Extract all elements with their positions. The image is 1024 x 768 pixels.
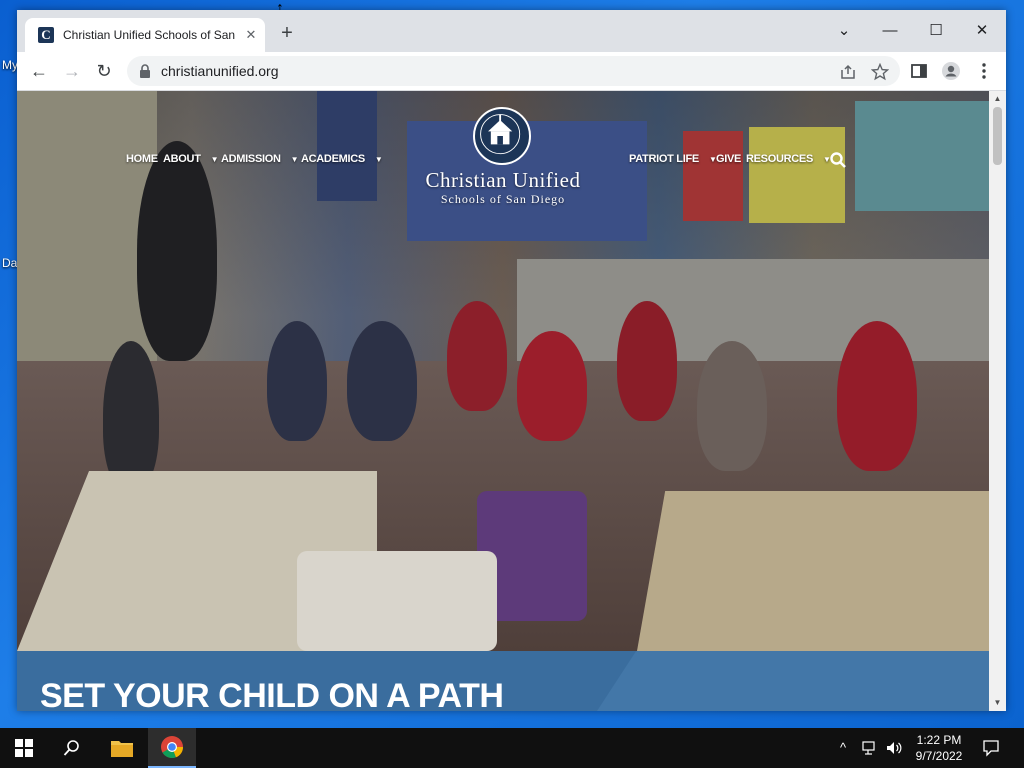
logo-subtitle: Schools of San Diego [440, 192, 566, 206]
scroll-up-icon[interactable]: ▲ [992, 94, 1003, 103]
share-icon[interactable] [839, 63, 857, 81]
nav-about[interactable]: ABOUT ▼ [163, 153, 219, 165]
child-figure [697, 341, 767, 471]
url-text[interactable]: christianunified.org [161, 63, 279, 79]
close-window-button[interactable]: ✕ [967, 18, 997, 44]
clock-time: 1:22 PM [916, 733, 962, 747]
tab-close-icon[interactable]: ✕ [243, 27, 259, 43]
profile-avatar-icon[interactable] [941, 61, 961, 81]
chevron-down-icon: ▼ [210, 155, 219, 164]
nav-patriot-life-label: PATRIOT LIFE [629, 153, 699, 165]
bookmark-star-icon[interactable] [871, 63, 889, 81]
school-building-icon [480, 114, 521, 155]
nav-home[interactable]: HOME [126, 153, 158, 165]
nav-admission-label: ADMISSION [221, 153, 281, 165]
hero-headline: SET YOUR CHILD ON A PATH [40, 677, 504, 711]
nav-admission[interactable]: ADMISSION ▼ [221, 153, 299, 165]
taskbar: ^ 1:22 PM 9/7/2022 [0, 728, 1024, 768]
lock-icon[interactable] [137, 63, 153, 79]
wall-poster [683, 131, 743, 221]
nav-resources-label: RESOURCES [746, 153, 813, 165]
tab-christian-unified[interactable]: C Christian Unified Schools of San Diego… [25, 18, 265, 52]
desktop-icon-label[interactable]: Da [2, 256, 17, 270]
nav-resources[interactable]: RESOURCES ▼ [746, 153, 831, 165]
notifications-icon[interactable] [982, 739, 1000, 757]
menu-kebab-icon[interactable] [974, 61, 994, 81]
child-figure [267, 321, 327, 441]
tab-search-button[interactable]: ⌄ [829, 18, 859, 44]
wall-poster [317, 91, 377, 201]
chrome-icon [161, 736, 184, 759]
maximize-button[interactable]: ☐ [921, 18, 951, 44]
back-button[interactable]: ← [27, 59, 51, 83]
chevron-down-icon: ▼ [374, 155, 383, 164]
logo-title[interactable]: Christian Unified [389, 168, 617, 193]
start-button[interactable] [0, 728, 48, 768]
wall-poster [749, 127, 845, 223]
nav-academics-label: ACADEMICS [301, 153, 365, 165]
network-icon[interactable] [862, 740, 880, 756]
search-icon[interactable] [829, 151, 847, 169]
volume-icon[interactable] [885, 740, 903, 756]
taskbar-search-button[interactable] [48, 728, 96, 768]
tab-strip: C Christian Unified Schools of San Diego… [17, 10, 1006, 52]
glue-bottles [297, 551, 497, 651]
child-figure [837, 321, 917, 471]
page-viewport: HOME ABOUT ▼ ADMISSION ▼ ACADEMICS ▼ PATRIO… [17, 91, 989, 711]
nav-give[interactable]: GIVE [716, 153, 741, 165]
new-tab-button[interactable]: + [277, 22, 297, 44]
tray-overflow-icon[interactable]: ^ [840, 740, 846, 755]
clock-date: 9/7/2022 [915, 749, 963, 763]
band-decoration [597, 651, 989, 711]
nav-about-label: ABOUT [163, 153, 201, 165]
folder-icon [111, 741, 133, 757]
windows-logo-icon [15, 739, 33, 757]
address-bar[interactable]: christianunified.org [127, 56, 900, 86]
shelves [517, 259, 989, 369]
chevron-down-icon: ▼ [290, 155, 299, 164]
child-figure [617, 301, 677, 421]
scroll-down-icon[interactable]: ▼ [992, 698, 1003, 707]
school-seal-logo[interactable] [473, 107, 531, 165]
tab-title: Christian Unified Schools of San Diego [63, 28, 235, 42]
minimize-button[interactable]: — [875, 18, 905, 44]
nav-patriot-life[interactable]: PATRIOT LIFE ▼ [629, 153, 717, 165]
file-explorer-button[interactable] [98, 728, 146, 768]
child-figure [517, 331, 587, 441]
nav-academics[interactable]: ACADEMICS ▼ [301, 153, 383, 165]
teacher-figure [137, 141, 217, 361]
child-figure [347, 321, 417, 441]
scrollbar[interactable] [989, 91, 1006, 711]
side-panel-icon[interactable] [909, 61, 929, 81]
desktop-icon-label[interactable]: My [2, 58, 18, 72]
scrollbar-thumb[interactable] [993, 107, 1002, 165]
person-figure [103, 341, 159, 491]
favicon-icon: C [38, 27, 54, 43]
taskbar-clock[interactable]: 1:22 PM 9/7/2022 [904, 732, 974, 764]
browser-toolbar: ← → ↻ christianunified.org [17, 52, 1006, 91]
forward-button[interactable]: → [60, 59, 84, 83]
child-figure [447, 301, 507, 411]
browser-window: C Christian Unified Schools of San Diego… [17, 10, 1006, 711]
reload-button[interactable]: ↻ [92, 59, 116, 83]
chrome-taskbar-button[interactable] [148, 728, 196, 768]
search-icon [63, 740, 79, 756]
table [637, 491, 989, 651]
